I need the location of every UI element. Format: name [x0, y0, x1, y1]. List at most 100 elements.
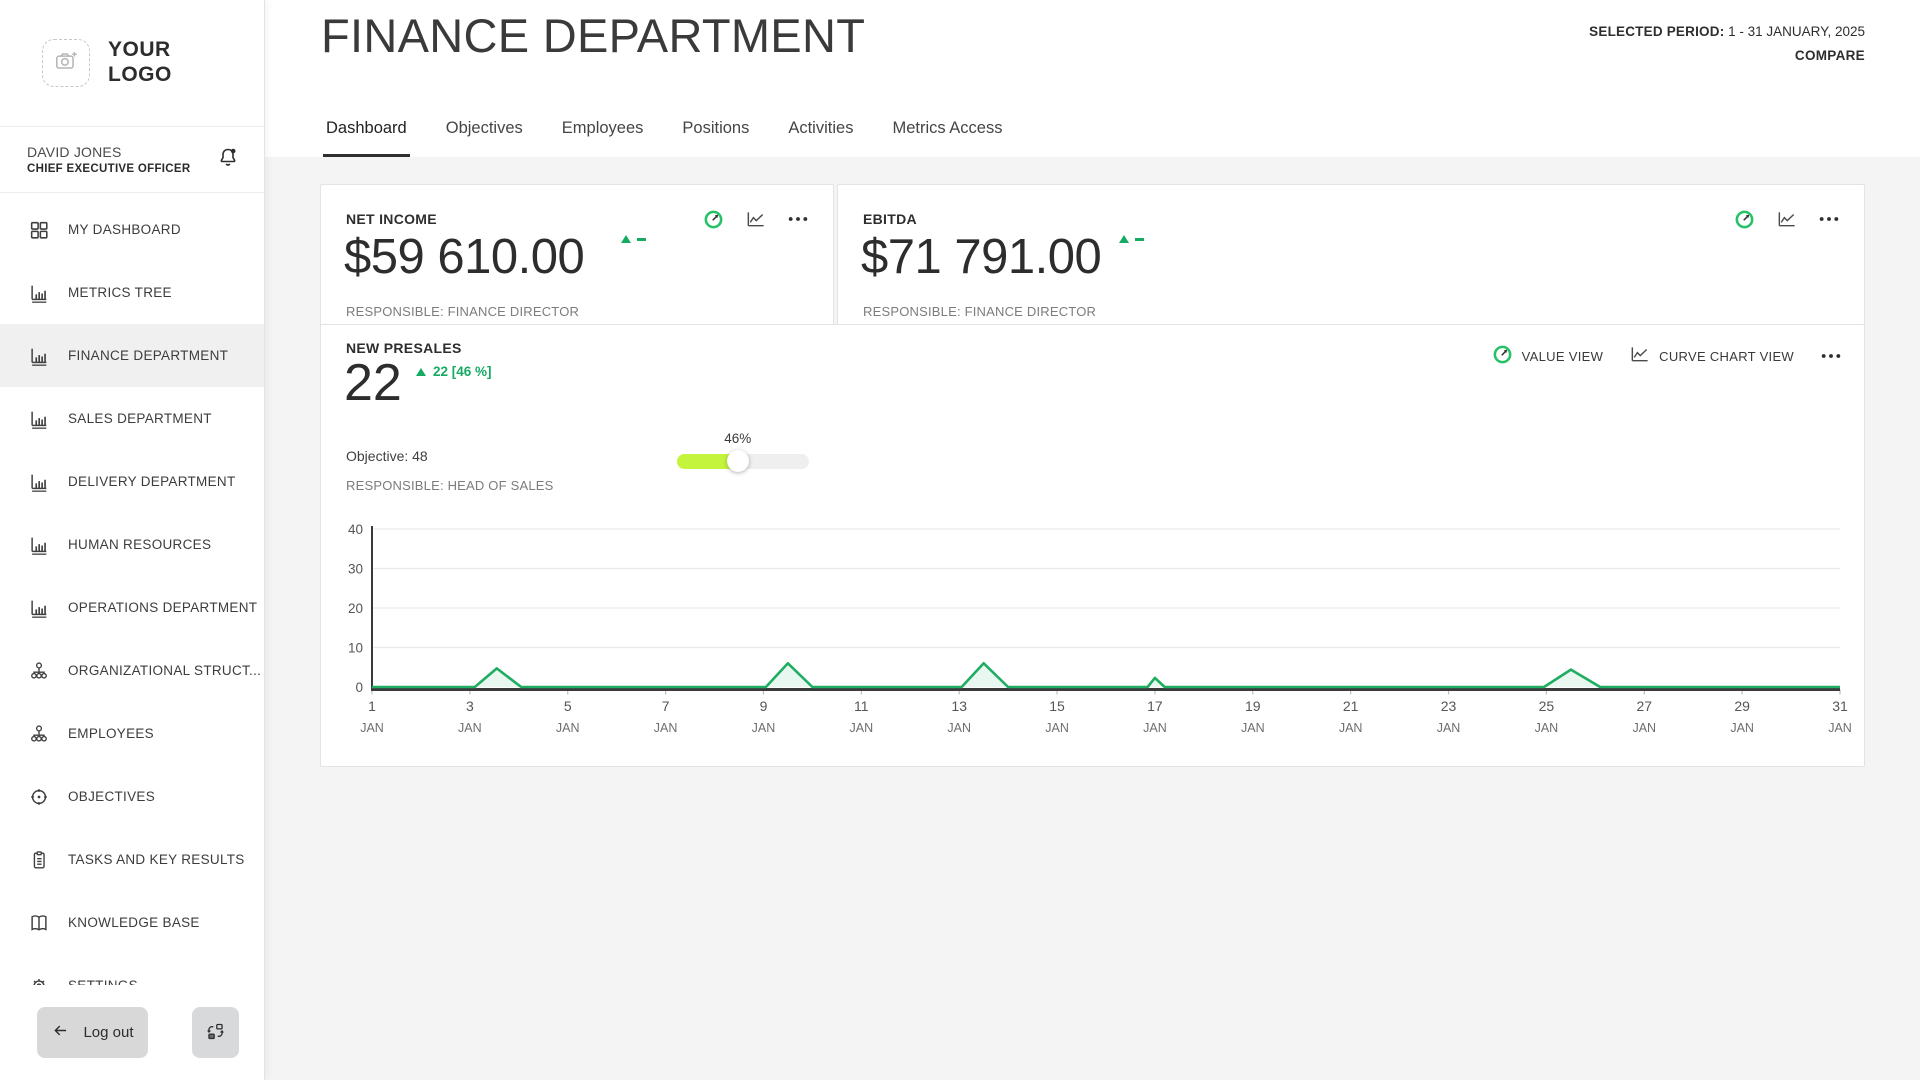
sidebar-item-knowledge-base[interactable]: KNOWLEDGE BASE — [0, 891, 264, 954]
x-tick-label: 15 — [1049, 698, 1065, 714]
value-view-button[interactable]: VALUE VIEW — [1492, 344, 1604, 368]
presales-line-chart: 0102030401JAN3JAN5JAN7JAN9JAN11JAN13JAN1… — [321, 521, 1866, 761]
curve-chart-icon — [1629, 344, 1650, 368]
logout-label: Log out — [83, 1024, 133, 1041]
x-tick-sublabel: JAN — [1339, 721, 1363, 735]
metric-change-indicator — [1119, 235, 1144, 243]
content: NET INCOME — [265, 157, 1920, 1080]
sidebar-item-label: EMPLOYEES — [68, 726, 154, 741]
logout-button[interactable]: Log out — [37, 1007, 148, 1058]
bell-icon — [216, 156, 240, 173]
metric-value: 22 — [344, 353, 402, 413]
topbar: FINANCE DEPARTMENT Dashboard Objectives Em… — [265, 0, 1920, 157]
chart-area: 0102030401JAN3JAN5JAN7JAN9JAN11JAN13JAN1… — [321, 521, 1866, 761]
objective-progress: 46% — [677, 454, 809, 469]
card-actions — [703, 208, 809, 230]
tab-metrics-access[interactable]: Metrics Access — [889, 119, 1005, 157]
x-tick-label: 19 — [1245, 698, 1261, 714]
value-view-label: VALUE VIEW — [1522, 349, 1604, 364]
sidebar-item-delivery-department[interactable]: DELIVERY DEPARTMENT — [0, 450, 264, 513]
bar-chart-icon — [27, 470, 51, 494]
sidebar-item-metrics-tree[interactable]: METRICS TREE — [0, 261, 264, 324]
notifications-button[interactable] — [216, 145, 240, 174]
objective-label: Objective: 48 — [346, 448, 428, 464]
sidebar-item-label: DELIVERY DEPARTMENT — [68, 474, 236, 489]
metric-responsible: RESPONSIBLE: HEAD OF SALES — [346, 478, 554, 493]
workspace-switch-button[interactable] — [192, 1007, 239, 1058]
book-icon — [27, 911, 51, 935]
x-tick-label: 21 — [1343, 698, 1359, 714]
x-tick-label: 11 — [854, 698, 869, 714]
curve-chart-view-button[interactable]: CURVE CHART VIEW — [1629, 344, 1794, 368]
arrow-left-icon — [51, 1021, 70, 1044]
bar-chart-icon — [27, 344, 51, 368]
progress-knob — [727, 450, 749, 472]
x-tick-sublabel: JAN — [850, 721, 874, 735]
selected-period-value: 1 - 31 JANUARY, 2025 — [1728, 24, 1865, 39]
x-tick-label: 17 — [1147, 698, 1163, 714]
metric-value: $59 610.00 — [344, 229, 584, 285]
x-tick-sublabel: JAN — [1241, 721, 1265, 735]
metric-change-indicator — [621, 235, 646, 243]
x-tick-label: 13 — [951, 698, 967, 714]
sidebar-item-finance-department[interactable]: FINANCE DEPARTMENT — [0, 324, 264, 387]
x-tick-label: 23 — [1441, 698, 1457, 714]
sidebar-item-label: MY DASHBOARD — [68, 222, 181, 237]
y-tick-label: 10 — [348, 641, 363, 656]
metric-value: $71 791.00 — [861, 229, 1101, 285]
sidebar-item-label: FINANCE DEPARTMENT — [68, 348, 228, 363]
card-title: EBITDA — [863, 211, 917, 227]
gear-icon — [27, 974, 51, 986]
logo-upload-placeholder[interactable] — [42, 39, 90, 87]
user-info: DAVID JONES CHIEF EXECUTIVE OFFICER — [27, 144, 190, 175]
sidebar-item-organizational-struct[interactable]: ORGANIZATIONAL STRUCT... — [0, 639, 264, 702]
sidebar-item-label: SETTINGS — [68, 978, 138, 985]
tab-employees[interactable]: Employees — [559, 119, 647, 157]
selected-period[interactable]: SELECTED PERIOD: 1 - 31 JANUARY, 2025 — [1589, 20, 1865, 44]
triangle-up-icon — [416, 368, 426, 376]
page-title: FINANCE DEPARTMENT — [321, 8, 865, 63]
sidebar-item-tasks-and-key-results[interactable]: TASKS AND KEY RESULTS — [0, 828, 264, 891]
curve-chart-icon[interactable] — [1776, 209, 1797, 230]
more-menu-icon[interactable] — [1818, 208, 1840, 230]
sidebar-item-sales-department[interactable]: SALES DEPARTMENT — [0, 387, 264, 450]
value-view-icon[interactable] — [703, 209, 724, 230]
tab-objectives[interactable]: Objectives — [443, 119, 526, 157]
value-view-icon[interactable] — [1734, 209, 1755, 230]
logo-row: YOUR LOGO — [0, 0, 264, 127]
bar-chart-icon — [27, 533, 51, 557]
user-role: CHIEF EXECUTIVE OFFICER — [27, 163, 190, 175]
y-tick-label: 0 — [355, 680, 363, 695]
sidebar-item-my-dashboard[interactable]: MY DASHBOARD — [0, 198, 264, 261]
user-row: DAVID JONES CHIEF EXECUTIVE OFFICER — [0, 127, 264, 193]
x-tick-label: 9 — [760, 698, 768, 714]
tab-dashboard[interactable]: Dashboard — [323, 119, 410, 157]
more-menu-icon[interactable] — [787, 208, 809, 230]
curve-chart-view-label: CURVE CHART VIEW — [1659, 349, 1794, 364]
x-tick-label: 25 — [1539, 698, 1555, 714]
sidebar-item-label: OBJECTIVES — [68, 789, 155, 804]
x-tick-sublabel: JAN — [654, 721, 678, 735]
compare-button[interactable]: COMPARE — [1589, 44, 1865, 68]
sidebar-item-human-resources[interactable]: HUMAN RESOURCES — [0, 513, 264, 576]
more-menu-icon[interactable] — [1820, 345, 1842, 367]
sidebar-item-label: HUMAN RESOURCES — [68, 537, 211, 552]
value-view-icon — [1492, 344, 1513, 368]
x-tick-sublabel: JAN — [947, 721, 971, 735]
y-tick-label: 40 — [348, 522, 363, 537]
sidebar-item-objectives[interactable]: OBJECTIVES — [0, 765, 264, 828]
tab-activities[interactable]: Activities — [785, 119, 856, 157]
bar-chart-icon — [27, 407, 51, 431]
x-tick-sublabel: JAN — [1632, 721, 1656, 735]
x-tick-sublabel: JAN — [1828, 721, 1852, 735]
sidebar-item-employees[interactable]: EMPLOYEES — [0, 702, 264, 765]
sidebar-item-settings[interactable]: SETTINGS — [0, 954, 264, 985]
clipboard-icon — [27, 848, 51, 872]
camera-plus-icon — [53, 48, 79, 79]
sidebar-item-label: METRICS TREE — [68, 285, 172, 300]
sidebar-item-operations-department[interactable]: OPERATIONS DEPARTMENT — [0, 576, 264, 639]
tab-positions[interactable]: Positions — [679, 119, 752, 157]
sidebar-footer: Log out — [0, 985, 264, 1080]
curve-chart-icon[interactable] — [745, 209, 766, 230]
x-tick-sublabel: JAN — [1535, 721, 1559, 735]
